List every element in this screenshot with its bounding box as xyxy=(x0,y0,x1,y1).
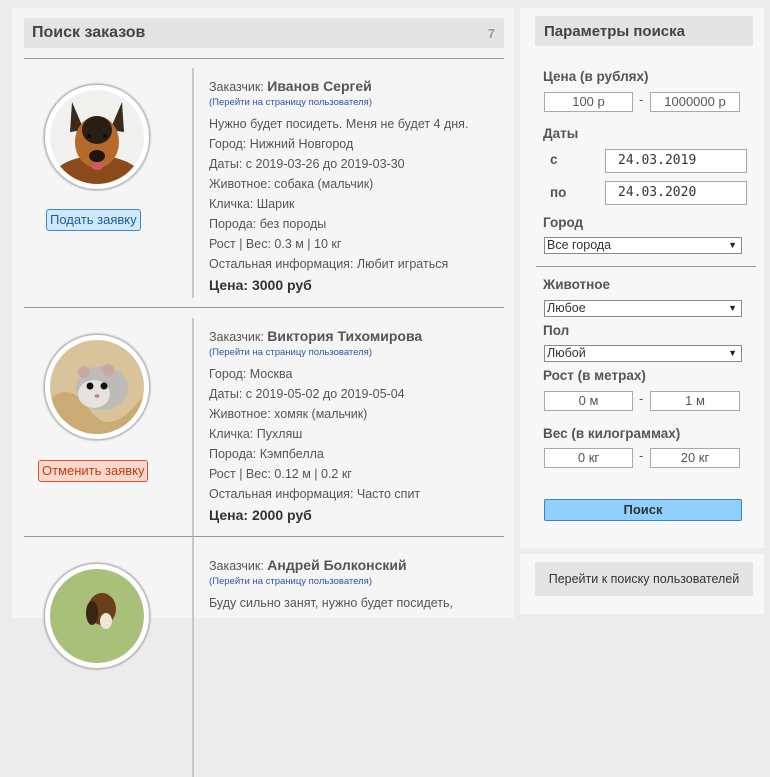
city-select[interactable]: Все города ▼ xyxy=(544,237,742,254)
order-size: Рост | Вес: 0.3 м | 10 кг xyxy=(209,237,342,251)
price-from-input[interactable]: 100 р xyxy=(544,92,633,112)
order-price: Цена: 3000 руб xyxy=(209,277,312,293)
chevron-down-icon: ▼ xyxy=(728,303,737,313)
divider xyxy=(24,58,504,59)
orders-panel: Поиск заказов 7 Подать заявку Заказчик: … xyxy=(12,8,514,777)
orders-title: Поиск заказов xyxy=(32,24,146,41)
order-card: Заказчик: Андрей Болконский (Перейти на … xyxy=(24,547,504,777)
order-card: Подать заявку Заказчик: Иванов Сергей (П… xyxy=(24,68,504,318)
vertical-divider xyxy=(192,547,194,777)
pet-photo-beagle xyxy=(44,563,150,669)
cancel-application-button[interactable]: Отменить заявку xyxy=(38,460,149,482)
date-to-label: по xyxy=(550,185,567,200)
date-from-input[interactable]: 24.03.2019 xyxy=(605,149,747,173)
params-header: Параметры поиска xyxy=(535,16,753,46)
customer-label: Заказчик: xyxy=(209,80,264,94)
customer-name: Виктория Тихомирова xyxy=(267,328,423,344)
order-city: Город: Москва xyxy=(209,367,293,381)
sex-label: Пол xyxy=(543,323,570,338)
animal-label: Животное xyxy=(543,277,611,292)
search-params-panel: Параметры поиска Цена (в рублях) 100 р -… xyxy=(520,8,764,548)
price-to-input[interactable]: 1000000 р xyxy=(650,92,740,112)
order-info: Заказчик: Андрей Болконский (Перейти на … xyxy=(209,555,499,613)
order-pet-name: Кличка: Пухляш xyxy=(209,427,303,441)
orders-header: Поиск заказов 7 xyxy=(24,18,504,48)
order-city: Город: Нижний Новгород xyxy=(209,137,354,151)
order-card: Отменить заявку Заказчик: Виктория Тихом… xyxy=(24,318,504,568)
order-price: Цена: 2000 руб xyxy=(209,507,312,523)
customer-name: Андрей Болконский xyxy=(267,557,407,573)
vertical-divider xyxy=(192,68,194,298)
sex-select-value: Любой xyxy=(547,346,586,360)
customer-row: Заказчик: Виктория Тихомирова xyxy=(209,326,499,346)
order-size: Рост | Вес: 0.12 м | 0.2 кг xyxy=(209,467,352,481)
animal-select-value: Любое xyxy=(547,301,586,315)
search-button[interactable]: Поиск xyxy=(544,499,742,521)
city-select-value: Все города xyxy=(547,238,612,252)
date-to-input[interactable]: 24.03.2020 xyxy=(605,181,747,205)
profile-link[interactable]: (Перейти на страницу пользователя) xyxy=(209,96,499,114)
height-to-input[interactable]: 1 м xyxy=(650,391,740,411)
range-dash: - xyxy=(639,92,644,107)
weight-label: Вес (в килограммах) xyxy=(543,426,681,441)
divider xyxy=(24,307,504,308)
customer-name: Иванов Сергей xyxy=(267,78,372,94)
sex-select[interactable]: Любой ▼ xyxy=(544,345,742,362)
users-search-button[interactable]: Перейти к поиску пользователей xyxy=(535,562,753,596)
order-breed: Порода: Кэмпбелла xyxy=(209,447,324,461)
pet-photo-hamster xyxy=(44,334,150,440)
weight-to-input[interactable]: 20 кг xyxy=(650,448,740,468)
order-animal: Животное: хомяк (мальчик) xyxy=(209,407,368,421)
apply-button[interactable]: Подать заявку xyxy=(46,209,141,231)
order-note: Нужно будет посидеть. Меня не будет 4 дн… xyxy=(209,117,469,131)
order-animal: Животное: собака (мальчик) xyxy=(209,177,374,191)
order-note: Буду сильно занят, нужно будет посидеть, xyxy=(209,596,454,610)
params-title: Параметры поиска xyxy=(544,22,685,40)
order-info: Заказчик: Виктория Тихомирова (Перейти н… xyxy=(209,326,499,526)
orders-count: 7 xyxy=(487,25,495,41)
order-other: Остальная информация: Любит играться xyxy=(209,257,449,271)
height-label: Рост (в метрах) xyxy=(543,368,646,383)
order-breed: Порода: без породы xyxy=(209,217,327,231)
vertical-divider xyxy=(192,318,194,548)
customer-label: Заказчик: xyxy=(209,330,264,344)
customer-row: Заказчик: Иванов Сергей xyxy=(209,76,499,96)
chevron-down-icon: ▼ xyxy=(728,240,737,250)
order-pet-name: Кличка: Шарик xyxy=(209,197,295,211)
customer-row: Заказчик: Андрей Болконский xyxy=(209,555,499,575)
pet-photo-dog xyxy=(44,84,150,190)
date-from-label: с xyxy=(550,152,558,167)
range-dash: - xyxy=(639,391,644,406)
divider xyxy=(24,536,504,537)
order-other: Остальная информация: Часто спит xyxy=(209,487,421,501)
divider xyxy=(536,266,756,267)
height-from-input[interactable]: 0 м xyxy=(544,391,633,411)
customer-label: Заказчик: xyxy=(209,559,264,573)
dates-label: Даты xyxy=(543,126,579,141)
chevron-down-icon: ▼ xyxy=(728,348,737,358)
users-search-panel: Перейти к поиску пользователей xyxy=(520,554,764,614)
order-info: Заказчик: Иванов Сергей (Перейти на стра… xyxy=(209,76,499,296)
profile-link[interactable]: (Перейти на страницу пользователя) xyxy=(209,575,499,593)
price-label: Цена (в рублях) xyxy=(543,69,649,84)
city-label: Город xyxy=(543,215,584,230)
order-dates: Даты: с 2019-05-02 до 2019-05-04 xyxy=(209,387,405,401)
profile-link[interactable]: (Перейти на страницу пользователя) xyxy=(209,346,499,364)
animal-select[interactable]: Любое ▼ xyxy=(544,300,742,317)
range-dash: - xyxy=(639,448,644,463)
order-dates: Даты: с 2019-03-26 до 2019-03-30 xyxy=(209,157,405,171)
weight-from-input[interactable]: 0 кг xyxy=(544,448,633,468)
